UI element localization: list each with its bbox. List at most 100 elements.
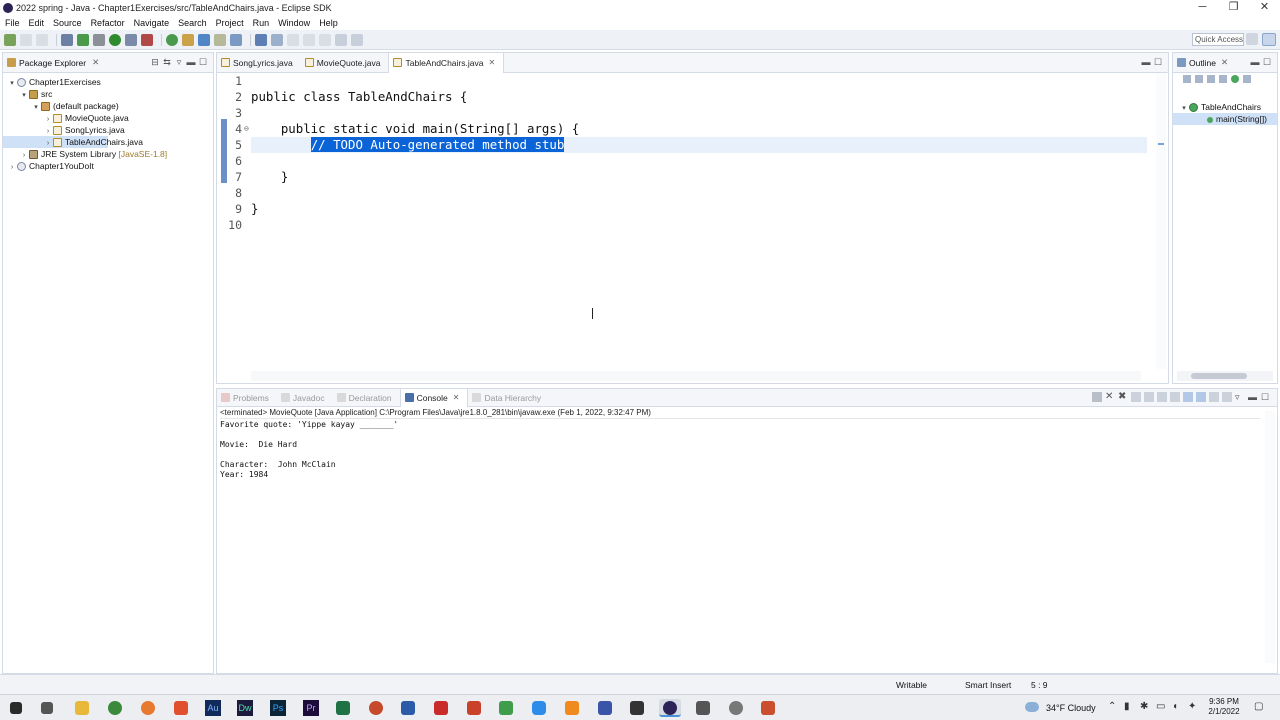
mark-occurrences-icon[interactable] xyxy=(255,33,267,46)
new-package-icon[interactable] xyxy=(182,33,194,46)
volume-icon[interactable]: ◖ xyxy=(1172,701,1178,712)
code-line[interactable]: 3 xyxy=(217,105,1147,121)
sort-icon[interactable] xyxy=(1195,75,1203,83)
pin-console-icon[interactable] xyxy=(1196,392,1206,402)
outline-title[interactable]: Outline xyxy=(1189,58,1216,68)
menu-refactor[interactable]: Refactor xyxy=(88,18,131,28)
collapse-all-icon[interactable]: ⊟ xyxy=(149,57,161,68)
close-view-icon[interactable]: ✕ xyxy=(92,57,99,68)
open-console-icon[interactable] xyxy=(1222,392,1232,402)
minimize-view-icon[interactable]: ▬ xyxy=(1140,57,1152,68)
minimize-view-icon[interactable]: ▬ xyxy=(1249,57,1261,68)
tree-item-chapter1youdoit[interactable]: › Chapter1YouDoIt xyxy=(3,160,213,172)
fold-icon[interactable]: ⊖ xyxy=(244,121,249,137)
zoom-icon[interactable] xyxy=(532,701,546,715)
menu-edit[interactable]: Edit xyxy=(26,18,51,28)
menu-search[interactable]: Search xyxy=(175,18,213,28)
brave-icon[interactable] xyxy=(174,701,188,715)
menu-source[interactable]: Source xyxy=(50,18,88,28)
tab-declaration[interactable]: Declaration xyxy=(333,389,400,407)
remove-all-icon[interactable]: ✖ xyxy=(1118,392,1128,402)
skip-breakpoints-icon[interactable] xyxy=(61,33,73,46)
code-line[interactable]: 4 ⊖ public static void main(String[] args… xyxy=(217,121,1147,137)
menu-navigate[interactable]: Navigate xyxy=(131,18,176,28)
tray-chevron-icon[interactable]: ⌃ xyxy=(1108,701,1116,712)
maximize-view-icon[interactable]: ☐ xyxy=(1261,392,1271,402)
minimize-view-icon[interactable]: ▬ xyxy=(1248,392,1258,402)
display-console-icon[interactable] xyxy=(1209,392,1219,402)
terminate-icon[interactable] xyxy=(1092,392,1102,402)
tab-moviequote[interactable]: MovieQuote.java xyxy=(301,53,389,73)
close-view-icon[interactable]: ✕ xyxy=(1221,57,1228,68)
selected-comment[interactable]: // TODO Auto-generated method stub xyxy=(310,137,565,152)
clock[interactable]: 9:36 PM 2/1/2022 xyxy=(1206,697,1242,717)
chevron-right-icon[interactable]: › xyxy=(7,162,17,174)
code-line[interactable]: 6 xyxy=(217,153,1147,169)
tab-tableandchairs[interactable]: TableAndChairs.java ✕ xyxy=(388,52,505,73)
maximize-view-icon[interactable]: ☐ xyxy=(1261,57,1273,68)
show-on-error-icon[interactable] xyxy=(1183,392,1193,402)
status-insert-mode[interactable]: Smart Insert xyxy=(965,680,1011,690)
tree-item-jre-library[interactable]: › JRE System Library [JavaSE-1.8] xyxy=(3,148,213,160)
new-icon[interactable] xyxy=(4,33,16,46)
hide-fields-icon[interactable] xyxy=(1207,75,1215,83)
cloud-weather-icon[interactable] xyxy=(1025,702,1039,712)
close-button[interactable]: ✕ xyxy=(1249,0,1280,16)
word-wrap-icon[interactable] xyxy=(1157,392,1167,402)
view-menu-icon[interactable]: ▿ xyxy=(173,57,185,68)
overview-marker[interactable] xyxy=(1158,143,1164,145)
quick-access-input[interactable]: Quick Access xyxy=(1192,33,1244,46)
tree-item-songlyrics[interactable]: › SongLyrics.java xyxy=(3,124,213,136)
collapse-all-icon[interactable] xyxy=(1183,75,1191,83)
save-all-icon[interactable] xyxy=(36,33,48,46)
weather-text[interactable]: 34°F Cloudy xyxy=(1046,703,1096,713)
status-cursor-position[interactable]: 5 : 9 xyxy=(1031,680,1048,690)
editor-horizontal-scrollbar[interactable] xyxy=(251,371,1141,381)
premiere-icon[interactable]: Pr xyxy=(303,700,319,716)
code-line[interactable]: 8 xyxy=(217,185,1147,201)
block-selection-icon[interactable] xyxy=(271,33,283,46)
previous-annotation-icon[interactable] xyxy=(319,33,331,46)
maximize-view-icon[interactable]: ☐ xyxy=(1152,57,1164,68)
network-icon[interactable]: ▭ xyxy=(1156,701,1165,712)
scroll-lock-icon[interactable] xyxy=(1144,392,1154,402)
new-class-icon[interactable] xyxy=(198,33,210,46)
open-perspective-icon[interactable] xyxy=(1246,33,1258,45)
menu-project[interactable]: Project xyxy=(213,18,250,28)
tray-app-icon[interactable]: ✦ xyxy=(1188,701,1196,712)
show-on-output-icon[interactable] xyxy=(1170,392,1180,402)
save-icon[interactable] xyxy=(20,33,32,46)
tree-item-chapter1exercises[interactable]: ▾ Chapter1Exercises xyxy=(3,76,213,88)
tree-item-tableandchairs[interactable]: › TableAndChairs.java xyxy=(3,136,143,148)
run-icon[interactable] xyxy=(109,33,121,46)
code-line[interactable]: 7 } xyxy=(217,169,1147,185)
debug-icon[interactable] xyxy=(77,33,89,46)
minimize-view-icon[interactable]: ▬ xyxy=(185,57,197,68)
tab-problems[interactable]: Problems xyxy=(217,389,277,407)
console-output[interactable]: <terminated> MovieQuote [Java Applicatio… xyxy=(220,408,1260,668)
close-tab-icon[interactable]: ✕ xyxy=(453,393,460,402)
link-editor-icon[interactable]: ⇆ xyxy=(161,57,173,68)
photoshop-icon[interactable]: Ps xyxy=(270,700,286,716)
code-line[interactable]: 10 xyxy=(217,217,1147,233)
dreamweaver-icon[interactable]: Dw xyxy=(237,700,253,716)
menu-help[interactable]: Help xyxy=(316,18,344,28)
show-whitespace-icon[interactable] xyxy=(287,33,299,46)
notepad-plus-icon[interactable] xyxy=(499,701,513,715)
code-line[interactable]: 5 // TODO Auto-generated method stub xyxy=(217,137,1147,153)
hide-static-icon[interactable] xyxy=(1219,75,1227,83)
word-doc-icon[interactable] xyxy=(696,701,710,715)
menu-file[interactable]: File xyxy=(2,18,26,28)
menu-run[interactable]: Run xyxy=(250,18,276,28)
minimize-button[interactable]: ─ xyxy=(1187,0,1218,16)
overview-ruler[interactable] xyxy=(1156,73,1166,369)
code-line[interactable]: 9} xyxy=(217,201,1147,217)
close-tab-icon[interactable]: ✕ xyxy=(488,58,495,67)
tree-item-src[interactable]: ▾ src xyxy=(3,88,213,100)
outline-item-class[interactable]: ▾ TableAndChairs xyxy=(1173,101,1277,113)
open-type-icon[interactable] xyxy=(214,33,226,46)
scrollbar-thumb[interactable] xyxy=(1191,373,1247,379)
file-explorer-icon[interactable] xyxy=(75,701,89,715)
audition-icon[interactable]: Au xyxy=(205,700,221,716)
console-vertical-scrollbar[interactable] xyxy=(1265,411,1275,663)
